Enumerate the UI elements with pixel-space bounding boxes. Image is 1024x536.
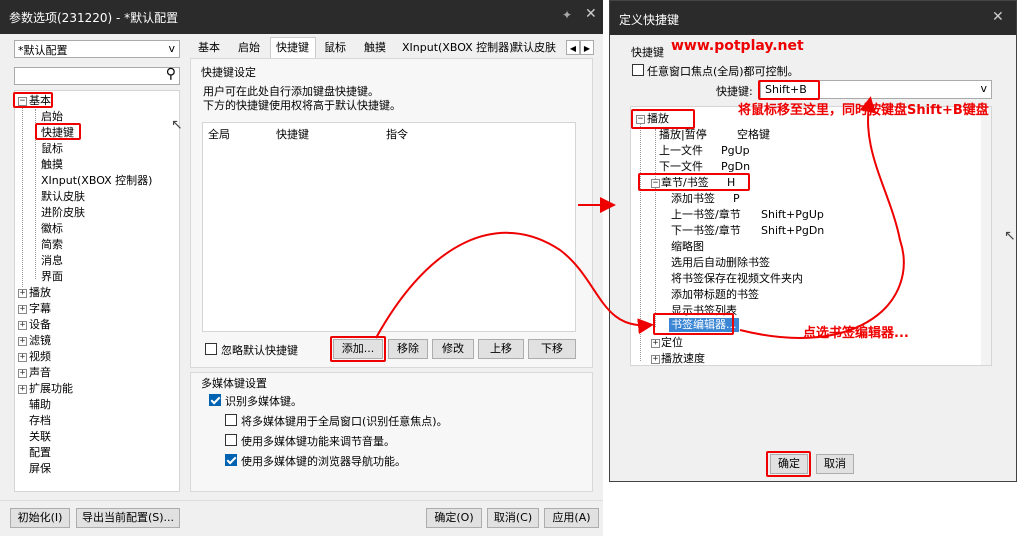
arrow-add-to-editor (375, 231, 654, 339)
arrow-editor-to-key (739, 96, 905, 339)
annotation-arrows (375, 96, 905, 339)
